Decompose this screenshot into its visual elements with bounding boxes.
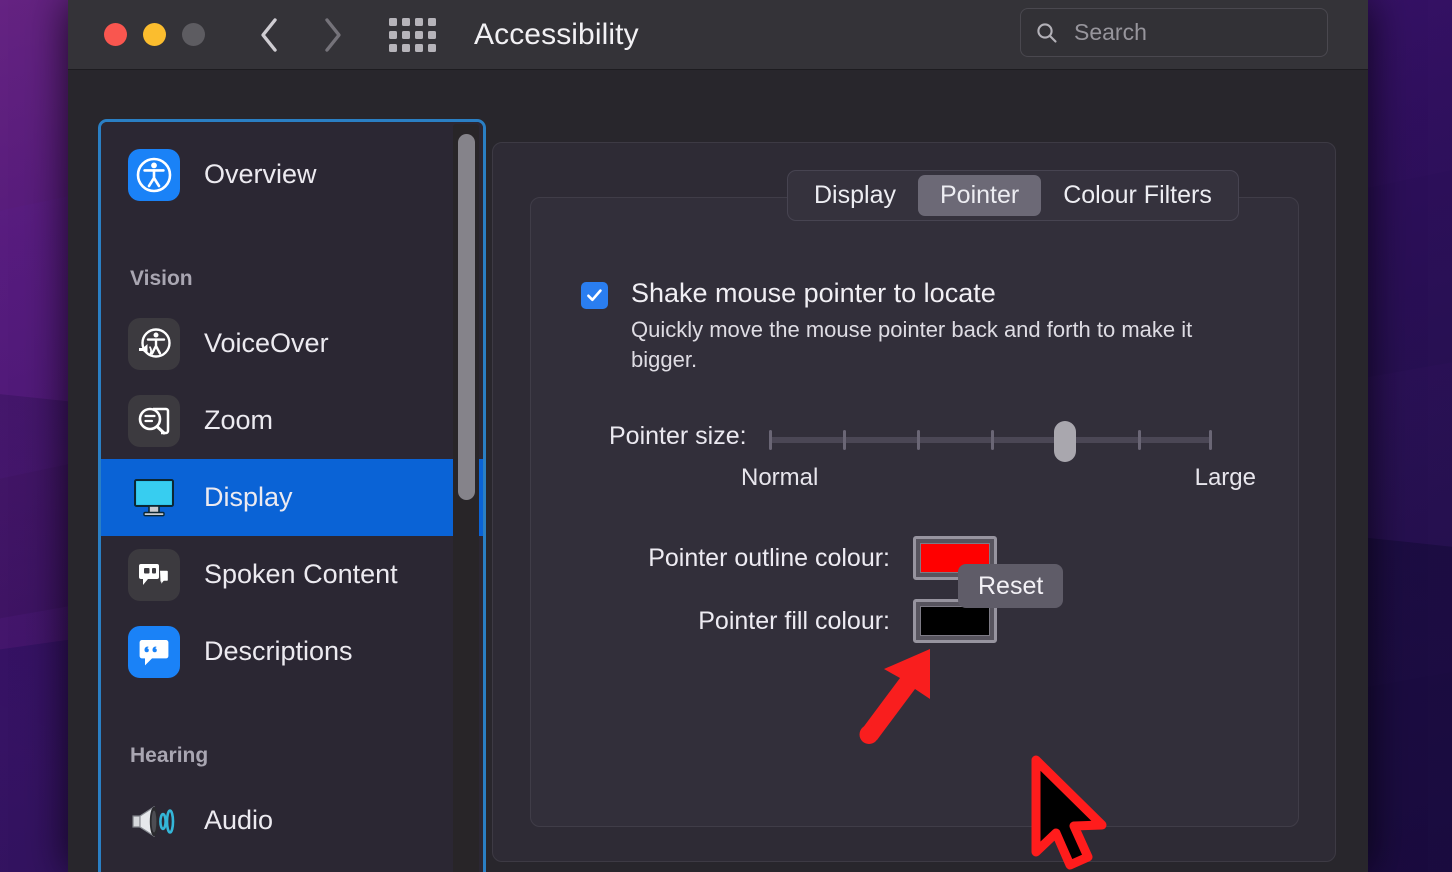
slider-tick (1209, 430, 1212, 450)
slider-tick (843, 430, 846, 450)
traffic-lights (104, 23, 205, 46)
checkmark-icon (585, 286, 604, 305)
spoken-content-icon (128, 549, 180, 601)
sidebar: Overview Vision (101, 122, 483, 872)
sidebar-section-vision: Vision (101, 247, 483, 291)
descriptions-icon (128, 626, 180, 678)
reset-button[interactable]: Reset (958, 564, 1063, 608)
slider-end-labels: Normal Large (769, 464, 1212, 492)
sidebar-item-label: Spoken Content (204, 559, 398, 590)
sidebar-item-label: Display (204, 482, 293, 513)
pointer-outline-colour-label: Pointer outline colour: (545, 544, 890, 573)
pointer-settings-panel: Display Pointer Colour Filters Shake mou… (530, 197, 1299, 827)
shake-pointer-setting: Shake mouse pointer to locate Quickly mo… (581, 276, 1221, 375)
back-button[interactable] (258, 16, 280, 54)
forward-chevron-icon (322, 16, 344, 54)
sidebar-item-display[interactable]: Display (101, 459, 483, 536)
pointer-outline-colour-setting: Pointer outline colour: (545, 536, 997, 580)
close-button[interactable] (104, 23, 127, 46)
back-chevron-icon (258, 16, 280, 54)
shake-pointer-label: Shake mouse pointer to locate (631, 276, 1221, 310)
sidebar-section-hearing: Hearing (101, 724, 483, 768)
pointer-size-label: Pointer size: (609, 422, 747, 451)
sidebar-scrollbar-track[interactable] (453, 124, 479, 872)
sidebar-item-label: VoiceOver (204, 328, 329, 359)
page-title: Accessibility (474, 18, 639, 52)
pointer-fill-colour-setting: Pointer fill colour: (545, 599, 997, 643)
sidebar-item-spoken-content[interactable]: Spoken Content (101, 536, 483, 613)
sidebar-item-label: Descriptions (204, 636, 353, 667)
sidebar-item-zoom[interactable]: Zoom (101, 382, 483, 459)
sidebar-item-label: Overview (204, 159, 317, 190)
tab-bar: Display Pointer Colour Filters (787, 170, 1239, 221)
tab-colour-filters[interactable]: Colour Filters (1041, 175, 1234, 216)
pointer-size-slider[interactable] (769, 420, 1212, 460)
tab-pointer[interactable]: Pointer (918, 175, 1041, 216)
settings-pane: Display Pointer Colour Filters Shake mou… (492, 142, 1336, 862)
slider-tick (991, 430, 994, 450)
zoom-magnifier-icon (128, 395, 180, 447)
voiceover-icon (128, 318, 180, 370)
colour-swatch (920, 606, 990, 636)
slider-thumb[interactable] (1054, 421, 1076, 462)
window-titlebar: Accessibility (68, 0, 1368, 70)
maximize-button[interactable] (182, 23, 205, 46)
accessibility-icon (128, 149, 180, 201)
slider-max-label: Large (1195, 464, 1256, 492)
pointer-fill-colour-label: Pointer fill colour: (545, 607, 890, 636)
shake-pointer-description: Quickly move the mouse pointer back and … (631, 315, 1221, 375)
search-input[interactable] (1072, 18, 1313, 47)
search-field[interactable] (1020, 8, 1328, 57)
sidebar-item-label: Audio (204, 805, 273, 836)
slider-tick (769, 430, 772, 450)
pointer-size-setting: Pointer size: Normal Large (581, 420, 1241, 460)
tab-display[interactable]: Display (792, 175, 918, 216)
sidebar-item-label: Zoom (204, 405, 273, 436)
show-all-grid-icon[interactable] (389, 18, 436, 52)
shake-pointer-checkbox[interactable] (581, 282, 608, 309)
sidebar-item-rtt[interactable]: RTT (101, 859, 483, 872)
sidebar-item-descriptions[interactable]: Descriptions (101, 613, 483, 690)
sidebar-item-overview[interactable]: Overview (101, 136, 483, 213)
sidebar-item-audio[interactable]: Audio (101, 782, 483, 859)
window-body: Overview Vision (68, 70, 1368, 872)
sidebar-item-voiceover[interactable]: VoiceOver (101, 305, 483, 382)
system-preferences-window: Accessibility (68, 0, 1368, 872)
forward-button[interactable] (322, 16, 344, 54)
sidebar-scrollbar-thumb[interactable] (458, 134, 475, 500)
display-monitor-icon (128, 472, 180, 524)
slider-min-label: Normal (741, 464, 818, 492)
nav-buttons (258, 16, 344, 54)
sidebar-focus-ring: Overview Vision (98, 119, 486, 872)
slider-tick (1138, 430, 1141, 450)
slider-tick (917, 430, 920, 450)
audio-speaker-icon (128, 795, 180, 847)
search-icon (1035, 21, 1059, 45)
minimize-button[interactable] (143, 23, 166, 46)
